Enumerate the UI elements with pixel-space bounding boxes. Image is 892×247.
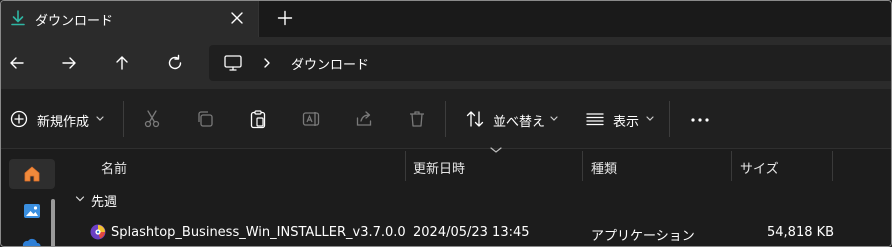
chevron-down-icon <box>646 116 654 121</box>
chevron-down-icon[interactable] <box>75 194 85 204</box>
file-explorer-window: ダウンロード ダウンロード 新規作成 並べ替え 表示 名前 更新日時 種類 サイ… <box>0 0 892 247</box>
navigation-pane <box>1 149 65 246</box>
chevron-down-icon <box>96 116 104 121</box>
close-icon[interactable] <box>227 8 247 28</box>
paste-button[interactable] <box>248 109 268 129</box>
breadcrumb-downloads[interactable]: ダウンロード <box>291 54 369 73</box>
cut-icon <box>144 110 160 128</box>
cut-button[interactable] <box>142 109 162 129</box>
column-header-date-label: 更新日時 <box>413 162 466 177</box>
paste-icon <box>250 110 266 129</box>
tab-downloads[interactable]: ダウンロード <box>1 1 259 37</box>
arrow-up-icon[interactable] <box>112 53 132 73</box>
more-icon <box>691 118 709 122</box>
home-icon[interactable] <box>22 164 42 188</box>
divider <box>123 101 124 137</box>
download-icon <box>9 9 27 27</box>
divider <box>669 101 670 137</box>
arrow-left-icon[interactable] <box>7 53 27 73</box>
chevron-down-icon <box>550 116 558 121</box>
column-header-type[interactable]: 種類 <box>583 149 731 183</box>
plus-circle-icon <box>10 110 28 128</box>
copy-icon <box>198 111 213 127</box>
command-bar: 新規作成 並べ替え 表示 <box>1 89 891 149</box>
file-row[interactable]: Splashtop_Business_Win_INSTALLER_v3.7.0.… <box>65 221 891 246</box>
share-icon <box>356 111 372 126</box>
divider <box>445 101 446 137</box>
file-name: Splashtop_Business_Win_INSTALLER_v3.7.0.… <box>111 225 406 240</box>
group-header[interactable]: 先週 <box>65 187 891 213</box>
group-label: 先週 <box>91 195 118 210</box>
column-header-size[interactable]: サイズ <box>732 149 832 183</box>
column-divider[interactable] <box>832 151 833 181</box>
column-header-name-label: 名前 <box>101 162 128 177</box>
file-type: アプリケーション <box>591 229 695 244</box>
new-button[interactable]: 新規作成 <box>9 109 109 130</box>
view-button[interactable]: 表示 <box>585 109 657 130</box>
new-button-label: 新規作成 <box>37 115 90 130</box>
chevron-right-icon[interactable] <box>261 55 273 71</box>
tab-strip: ダウンロード <box>1 1 891 37</box>
file-list: 名前 更新日時 種類 サイズ 先週 Splashtop_Business_Win… <box>65 147 891 246</box>
onedrive-icon[interactable] <box>22 237 42 246</box>
copy-button[interactable] <box>195 109 215 129</box>
rename-icon <box>302 112 320 126</box>
delete-icon <box>410 111 424 127</box>
file-size: 54,818 KB <box>767 225 835 240</box>
rename-button[interactable] <box>301 109 321 129</box>
file-date: 2024/05/23 13:45 <box>413 225 530 240</box>
gallery-icon[interactable] <box>22 201 42 225</box>
address-bar[interactable]: ダウンロード <box>209 45 891 81</box>
scrollbar[interactable] <box>51 199 55 246</box>
sort-icon <box>466 111 484 127</box>
view-button-label: 表示 <box>613 115 640 130</box>
sort-button[interactable]: 並べ替え <box>465 109 561 130</box>
column-header-date[interactable]: 更新日時 <box>406 149 582 183</box>
column-header-name[interactable]: 名前 <box>65 149 405 183</box>
navigation-bar: ダウンロード <box>1 37 891 89</box>
share-button[interactable] <box>354 109 374 129</box>
monitor-icon <box>223 54 243 72</box>
view-icon <box>586 113 604 126</box>
splashtop-app-icon <box>89 223 107 241</box>
column-header-type-label: 種類 <box>591 162 618 177</box>
arrow-right-icon[interactable] <box>59 53 79 73</box>
delete-button[interactable] <box>407 109 427 129</box>
refresh-icon[interactable] <box>165 53 185 73</box>
plus-icon[interactable] <box>275 8 295 28</box>
more-button[interactable] <box>689 109 711 129</box>
tab-title: ダウンロード <box>35 14 114 29</box>
column-header-size-label: サイズ <box>740 162 779 177</box>
sort-button-label: 並べ替え <box>493 115 546 130</box>
